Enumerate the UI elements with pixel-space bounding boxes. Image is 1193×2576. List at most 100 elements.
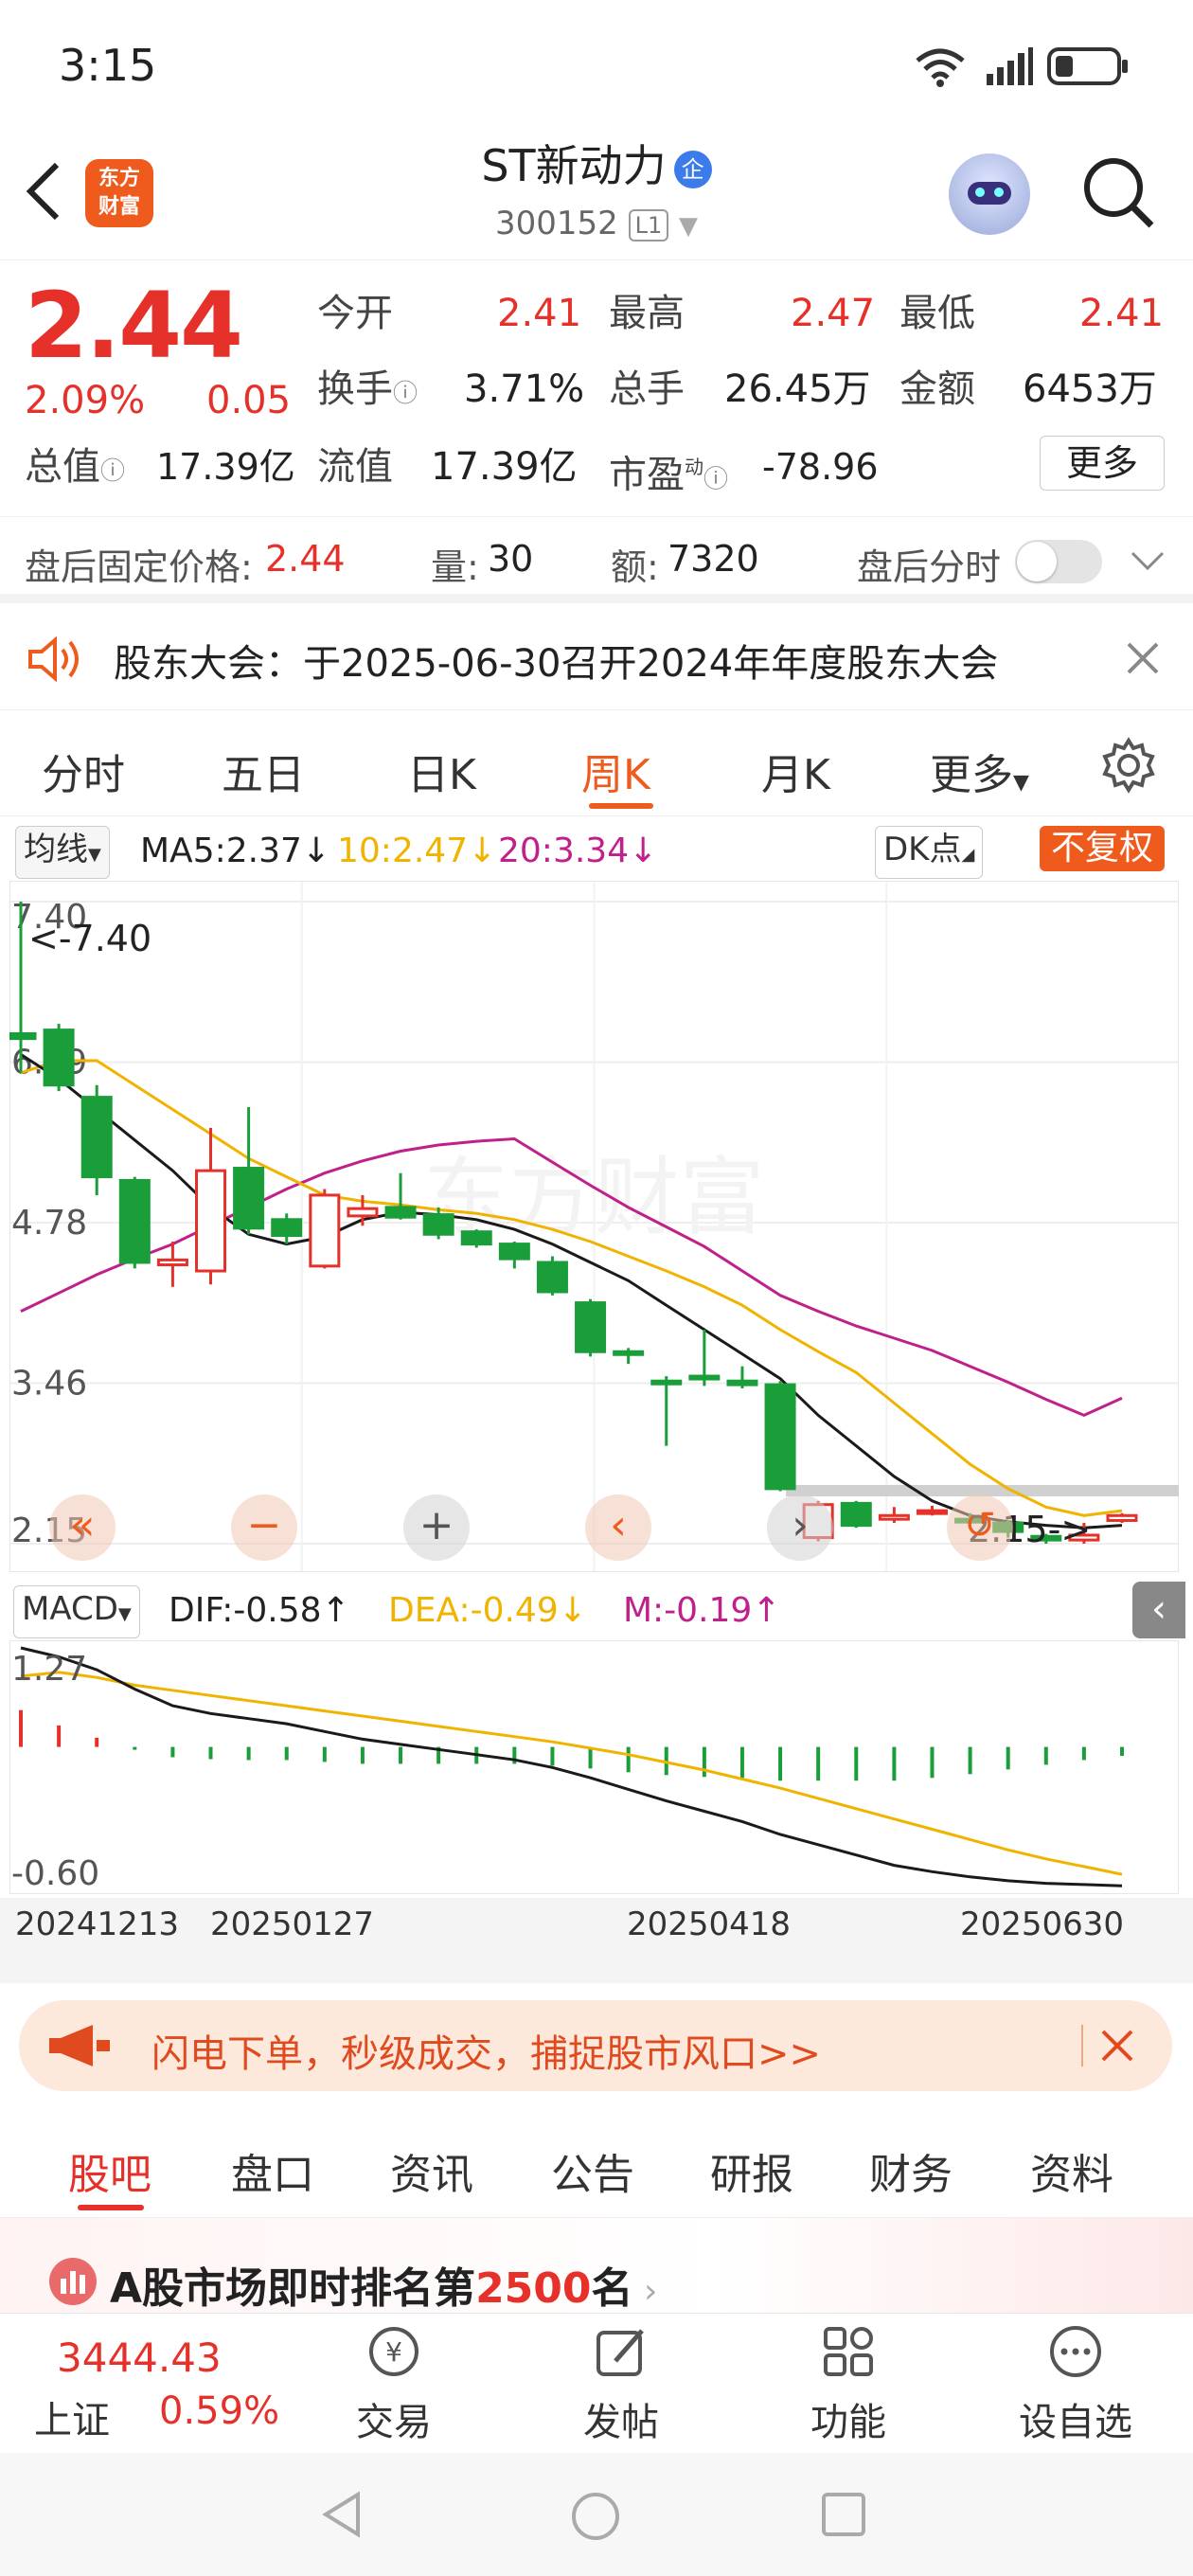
rank-chart-icon	[49, 2258, 97, 2305]
candle-body	[195, 1169, 227, 1273]
turnover-label-wrap[interactable]: 换手ⓘ	[317, 366, 418, 418]
macd-chart-svg[interactable]: 1.27 -0.60	[9, 1639, 1180, 1895]
after-timeshare-toggle[interactable]	[1015, 540, 1102, 583]
mktcap-value: 17.39亿	[156, 446, 295, 488]
signal-icon	[987, 47, 1033, 85]
scroll-left-icon[interactable]: ‹	[585, 1494, 651, 1561]
candle-body	[271, 1218, 303, 1238]
reset-icon[interactable]: ↺	[947, 1494, 1013, 1561]
section-tabs: 股吧 盘口 资讯 公告 研报 财务 资料	[0, 2114, 1193, 2218]
tab-five-day[interactable]: 五日	[222, 741, 305, 801]
low-label: 最低	[899, 292, 975, 335]
index-widget[interactable]: 3444.43 上证 0.59%	[0, 2314, 284, 2454]
scroll-left-fast-icon[interactable]: «	[49, 1494, 116, 1561]
functions-label: 功能	[810, 2401, 886, 2444]
rank-suffix: 名	[591, 2264, 633, 2313]
active-tab-indicator	[78, 2205, 144, 2210]
ma5-text: MA5:2.37	[140, 832, 302, 870]
search-icon[interactable]	[1081, 155, 1157, 231]
no-adjust-button[interactable]: 不复权	[1040, 826, 1166, 871]
macd-selector-label: MACD	[22, 1590, 118, 1628]
nav-recents-icon[interactable]	[820, 2491, 867, 2538]
notice-bar[interactable]: 股东大会：于2025-06-30召开2024年年度股东大会	[0, 606, 1193, 710]
candle-body	[5, 1031, 37, 1041]
zoom-out-icon[interactable]: −	[231, 1494, 297, 1561]
dk-point-button[interactable]: DK点◢	[875, 826, 984, 879]
tab-more[interactable]: 更多▼	[930, 741, 1029, 801]
bottom-toolbar: 3444.43 上证 0.59% ¥ 交易 发帖 功能 设自选	[0, 2313, 1193, 2453]
status-time: 3:15	[59, 40, 157, 91]
trade-button[interactable]: ¥ 交易	[328, 2323, 460, 2446]
more-button[interactable]: 更多	[1040, 436, 1165, 491]
kline-chart-svg[interactable]: 东方财富7.406.094.783.462.15<-7.402.15->	[5, 880, 1180, 1573]
notice-text: 股东大会：于2025-06-30召开2024年年度股东大会	[114, 642, 999, 686]
mktcap-label-wrap[interactable]: 总值ⓘ	[25, 443, 125, 495]
functions-button[interactable]: 功能	[782, 2323, 915, 2446]
candle-body	[840, 1501, 872, 1528]
market-rank-row[interactable]: A股市场即时排名第2500名 ›	[0, 2218, 1193, 2313]
rank-prefix: A股市场即时排名第	[110, 2264, 476, 2313]
macd-y-tick-label: -0.60	[11, 1854, 99, 1893]
high-price-mark: <-7.40	[28, 918, 151, 959]
zoom-in-icon[interactable]: +	[403, 1494, 470, 1561]
robot-assistant-icon[interactable]	[949, 153, 1030, 235]
after-timeshare-label: 盘后分时	[857, 546, 1002, 588]
scroll-right-icon[interactable]: ›	[767, 1494, 833, 1561]
promo-banner[interactable]: 闪电下单，秒级成交，捕捉股市风口>>	[19, 2000, 1172, 2091]
active-tab-indicator	[589, 803, 653, 809]
candle-body	[460, 1230, 492, 1246]
tab-pankou[interactable]: 盘口	[231, 2140, 314, 2201]
add-watchlist-button[interactable]: 设自选	[1009, 2323, 1142, 2446]
tab-daily-k[interactable]: 日K	[407, 741, 476, 801]
candle-body	[536, 1261, 568, 1294]
status-bar: 3:15	[0, 0, 1193, 133]
candle-body	[422, 1213, 454, 1236]
ma-selector-label: 均线	[24, 831, 88, 868]
tab-profile[interactable]: 资料	[1030, 2140, 1113, 2201]
ma-selector[interactable]: 均线▼	[15, 826, 110, 879]
tab-news[interactable]: 资讯	[390, 2140, 473, 2201]
macd-selector[interactable]: MACD▼	[13, 1585, 140, 1638]
m-text: M:-0.19	[623, 1591, 753, 1630]
y-tick-label: 4.78	[11, 1204, 87, 1243]
chevron-down-icon[interactable]	[1129, 547, 1166, 574]
kline-chart[interactable]: 东方财富7.406.094.783.462.15<-7.402.15-> « −…	[5, 880, 1180, 1573]
dea-text: DEA:-0.49	[388, 1591, 559, 1630]
pe-label-wrap[interactable]: 市盈动ⓘ	[609, 443, 728, 503]
tab-research[interactable]: 研报	[710, 2140, 793, 2201]
post-button[interactable]: 发帖	[555, 2323, 687, 2446]
m-value: M:-0.19↑	[623, 1591, 781, 1630]
macd-chart[interactable]: 1.27 -0.60	[9, 1639, 1180, 1895]
tab-guba[interactable]: 股吧	[68, 2140, 151, 2201]
close-icon[interactable]	[1098, 2027, 1136, 2065]
after-amt-value: 7320	[668, 538, 759, 580]
dif-value: DIF:-0.58↑	[169, 1591, 350, 1630]
candle-body	[1106, 1513, 1138, 1522]
rank-text: A股市场即时排名第2500名 ›	[110, 2254, 657, 2315]
tab-monthly-k[interactable]: 月K	[761, 741, 830, 801]
settings-gear-icon[interactable]	[1100, 737, 1157, 794]
dea-value: DEA:-0.49↓	[388, 1591, 587, 1630]
candle-body	[80, 1096, 113, 1179]
collapse-panel-icon[interactable]: ‹	[1132, 1582, 1185, 1638]
tab-weekly-k[interactable]: 周K	[581, 741, 650, 801]
edit-post-icon	[596, 2329, 644, 2376]
tab-finance[interactable]: 财务	[869, 2140, 953, 2201]
macd-y-tick-label: 1.27	[11, 1650, 87, 1689]
stock-name: ST新动力	[481, 140, 667, 191]
tab-timeshare[interactable]: 分时	[42, 741, 125, 801]
after-vol-value: 30	[488, 538, 534, 580]
chevron-right-icon: ›	[632, 2272, 658, 2311]
stock-code: 300152	[494, 205, 618, 242]
after-price-label: 盘后固定价格:	[25, 546, 253, 588]
candle-body	[650, 1379, 683, 1386]
candle-body	[118, 1178, 151, 1264]
promo-text: 闪电下单，秒级成交，捕捉股市风口>>	[151, 2032, 822, 2076]
tab-announcements[interactable]: 公告	[551, 2140, 634, 2201]
close-icon[interactable]	[1123, 638, 1163, 678]
level-tag: L1	[628, 208, 669, 242]
nav-home-icon[interactable]	[570, 2491, 621, 2542]
candle-body	[726, 1379, 758, 1386]
candle-body	[688, 1374, 721, 1381]
nav-back-icon[interactable]	[320, 2491, 367, 2538]
